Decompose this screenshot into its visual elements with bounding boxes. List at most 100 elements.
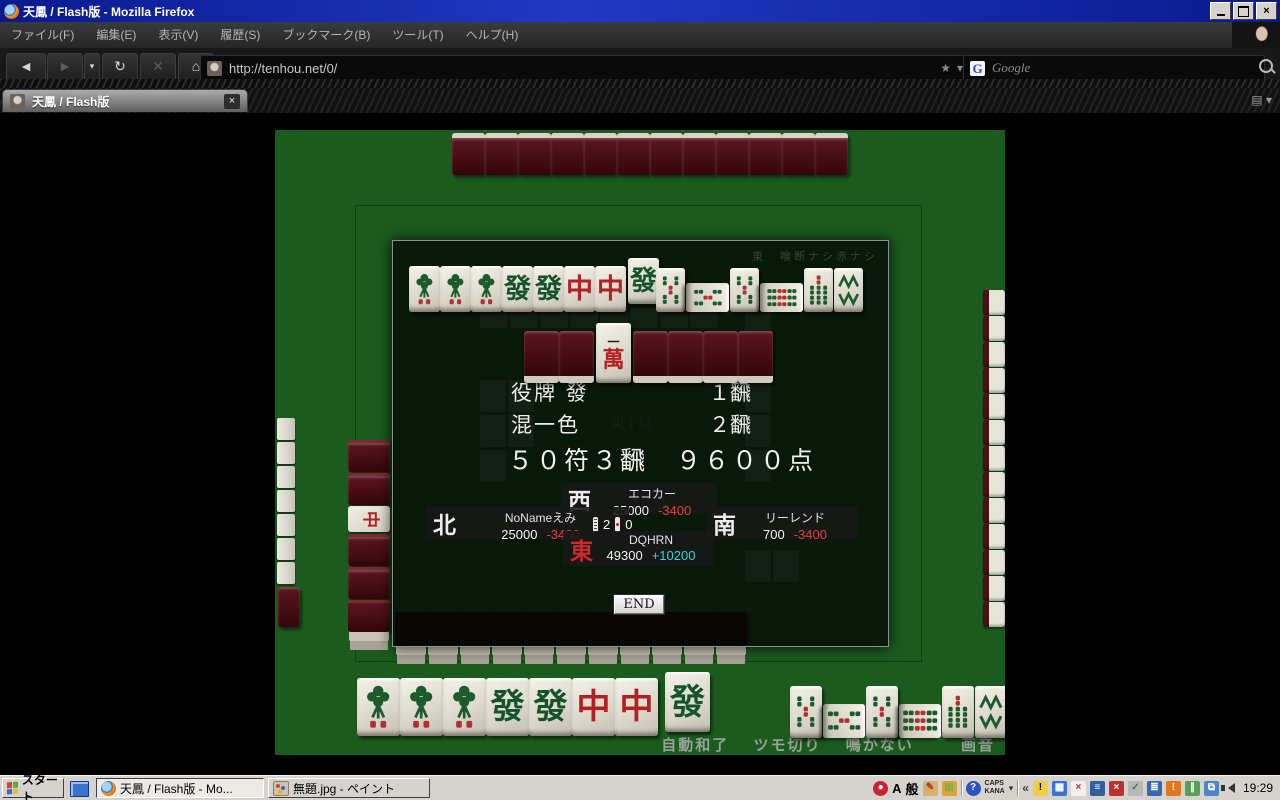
power-plug-tray-icon[interactable]: ∥ bbox=[1184, 780, 1200, 796]
browser-content: 東1局 發發中中發一萬 東 喰断ナシ赤ナシ 役牌 發 １飜 混一色 ２飜 ５０符… bbox=[0, 113, 1280, 775]
ime-caps-kana[interactable]: CAPS KANA bbox=[985, 780, 1005, 796]
help-icon[interactable]: ? bbox=[965, 780, 981, 796]
database-tray-icon[interactable]: ≣ bbox=[1146, 780, 1162, 796]
alert-tray-icon[interactable]: ! bbox=[1165, 780, 1181, 796]
monitor-tray-icon[interactable]: ▦ bbox=[1051, 780, 1067, 796]
tile-back bbox=[452, 133, 485, 175]
score-total: ５０符３飜 ９６００点 bbox=[508, 446, 817, 475]
taskbar-task-firefox[interactable]: 天鳳 / Flash版 - Mo... bbox=[96, 778, 264, 798]
menu-file[interactable]: ファイル(F) bbox=[0, 22, 85, 48]
score-delta-south: -3400 bbox=[793, 527, 827, 542]
usb-tray-icon[interactable]: ✓ bbox=[1127, 780, 1143, 796]
volume-icon[interactable] bbox=[1220, 783, 1235, 793]
ime-tools-icon[interactable]: ✎ bbox=[922, 780, 938, 796]
tile-edge bbox=[277, 538, 295, 560]
close-button[interactable]: × bbox=[1256, 2, 1277, 20]
tile-back bbox=[716, 133, 749, 175]
menu-help[interactable]: ヘルプ(H) bbox=[455, 22, 530, 48]
wind-south: 南 bbox=[713, 512, 736, 539]
tile-side bbox=[983, 472, 1005, 497]
history-dropdown-icon[interactable]: ▾ bbox=[84, 53, 100, 82]
tile-s7 bbox=[804, 268, 833, 312]
security-shield-tray-icon[interactable]: × bbox=[1108, 780, 1124, 796]
end-button[interactable]: END bbox=[614, 595, 664, 614]
tile-man1: 一萬 bbox=[596, 323, 631, 383]
ime-general[interactable]: 般 bbox=[906, 779, 919, 798]
player-panel-east: 東 DQHRN 49300 +10200 bbox=[563, 531, 713, 566]
rules-note: 東 喰断ナシ赤ナシ bbox=[752, 250, 878, 263]
menu-view[interactable]: 表示(V) bbox=[147, 22, 209, 48]
option-auto-win[interactable]: 自動和了 bbox=[661, 736, 729, 754]
stop-button[interactable]: ✕ bbox=[140, 53, 176, 82]
theme-persona-image bbox=[1232, 22, 1280, 48]
tile-edge bbox=[277, 490, 295, 512]
tile-hatsu: 發 bbox=[665, 672, 710, 732]
forward-button[interactable]: ► bbox=[47, 53, 83, 82]
tile-back bbox=[348, 440, 390, 472]
tab-close-icon[interactable]: × bbox=[224, 93, 240, 109]
tray-overflow-icon[interactable]: « bbox=[1022, 781, 1029, 795]
tile-back bbox=[749, 133, 782, 175]
tile-edge bbox=[277, 562, 295, 584]
modem-tray-icon[interactable]: ≡ bbox=[1089, 780, 1105, 796]
option-no-call[interactable]: 鳴かない bbox=[846, 736, 914, 754]
tile-back bbox=[738, 331, 773, 383]
url-bar[interactable]: http://tenhou.net/0/ ★ ▾ bbox=[200, 55, 970, 81]
search-box[interactable]: G Google bbox=[963, 55, 1265, 81]
taskbar-task-paint[interactable]: 無題.jpg - ペイント bbox=[268, 778, 430, 798]
network-tray-icon[interactable]: ⧉ bbox=[1203, 780, 1219, 796]
score-delta-west: -3400 bbox=[657, 503, 692, 518]
windows-logo-icon bbox=[7, 781, 18, 795]
tile-back bbox=[485, 133, 518, 175]
tile-s1 bbox=[471, 266, 502, 312]
tile-edge bbox=[277, 466, 295, 488]
tile-back bbox=[278, 587, 300, 627]
tile-hatsu: 發 bbox=[529, 678, 572, 736]
tile-back bbox=[815, 133, 848, 175]
yaku-han-2: ２飜 bbox=[709, 413, 751, 437]
tab-favicon bbox=[10, 93, 25, 109]
menu-bar: ファイル(F) 編集(E) 表示(V) 履歴(S) ブックマーク(B) ツール(… bbox=[0, 22, 1280, 48]
ime-mode[interactable]: A bbox=[892, 781, 901, 796]
tile-chun: 中 bbox=[595, 266, 626, 312]
tile-s5 bbox=[730, 268, 759, 312]
tile-side bbox=[983, 446, 1005, 471]
ime-toolbox-icon[interactable]: ▤ bbox=[941, 780, 957, 796]
restore-button[interactable] bbox=[1233, 2, 1254, 20]
start-button[interactable]: スタート bbox=[2, 773, 64, 800]
tile-s1 bbox=[443, 678, 486, 736]
search-icon[interactable] bbox=[1259, 59, 1273, 73]
tenhou-flash-game: 東1局 發發中中發一萬 東 喰断ナシ赤ナシ 役牌 發 １飜 混一色 ２飜 ５０符… bbox=[275, 130, 1005, 755]
navigation-toolbar: ◄ ► ▾ ↻ ✕ ⌂ http://tenhou.net/0/ ★ ▾ G G… bbox=[0, 48, 1280, 88]
menu-history[interactable]: 履歴(S) bbox=[209, 22, 271, 48]
tray-separator bbox=[1017, 780, 1019, 796]
option-display-sound[interactable]: 画音 bbox=[961, 736, 995, 754]
tile-chun: 中 bbox=[615, 678, 658, 736]
honba-riichi-sticks: 2 0 bbox=[593, 517, 632, 532]
bookmark-star-icon[interactable]: ★ bbox=[940, 61, 951, 75]
tab-bar: 天鳳 / Flash版 × ▤ ▾ bbox=[0, 88, 1280, 113]
google-engine-icon[interactable]: G bbox=[970, 60, 985, 76]
option-tsumogiri[interactable]: ツモ切り bbox=[753, 736, 821, 754]
menu-edit[interactable]: 編集(E) bbox=[85, 22, 147, 48]
error-tray-icon[interactable]: × bbox=[1070, 780, 1086, 796]
minimize-button[interactable] bbox=[1210, 2, 1231, 20]
firefox-icon bbox=[101, 780, 116, 796]
tile-s7 bbox=[942, 686, 974, 738]
menu-tools[interactable]: ツール(T) bbox=[381, 22, 454, 48]
tile-side bbox=[983, 342, 1005, 367]
tile-edge bbox=[277, 514, 295, 536]
show-desktop-icon[interactable] bbox=[70, 781, 89, 797]
ime-language-icon[interactable]: ● bbox=[873, 780, 889, 796]
tile-back bbox=[551, 133, 584, 175]
tab-list-icon[interactable]: ▤ ▾ bbox=[1251, 93, 1272, 107]
menu-bookmarks[interactable]: ブックマーク(B) bbox=[271, 22, 381, 48]
reload-button[interactable]: ↻ bbox=[102, 53, 138, 82]
tab-tenhou[interactable]: 天鳳 / Flash版 × bbox=[2, 89, 248, 112]
ime-minimize-icon[interactable]: ▾ bbox=[1009, 783, 1014, 794]
back-button[interactable]: ◄ bbox=[6, 53, 46, 82]
tile-s8 bbox=[975, 686, 1005, 738]
warning-tray-icon[interactable]: ! bbox=[1032, 780, 1048, 796]
player-panel-south: 南 リーレンド 700 -3400 bbox=[706, 507, 858, 542]
wind-north: 北 bbox=[433, 512, 456, 539]
